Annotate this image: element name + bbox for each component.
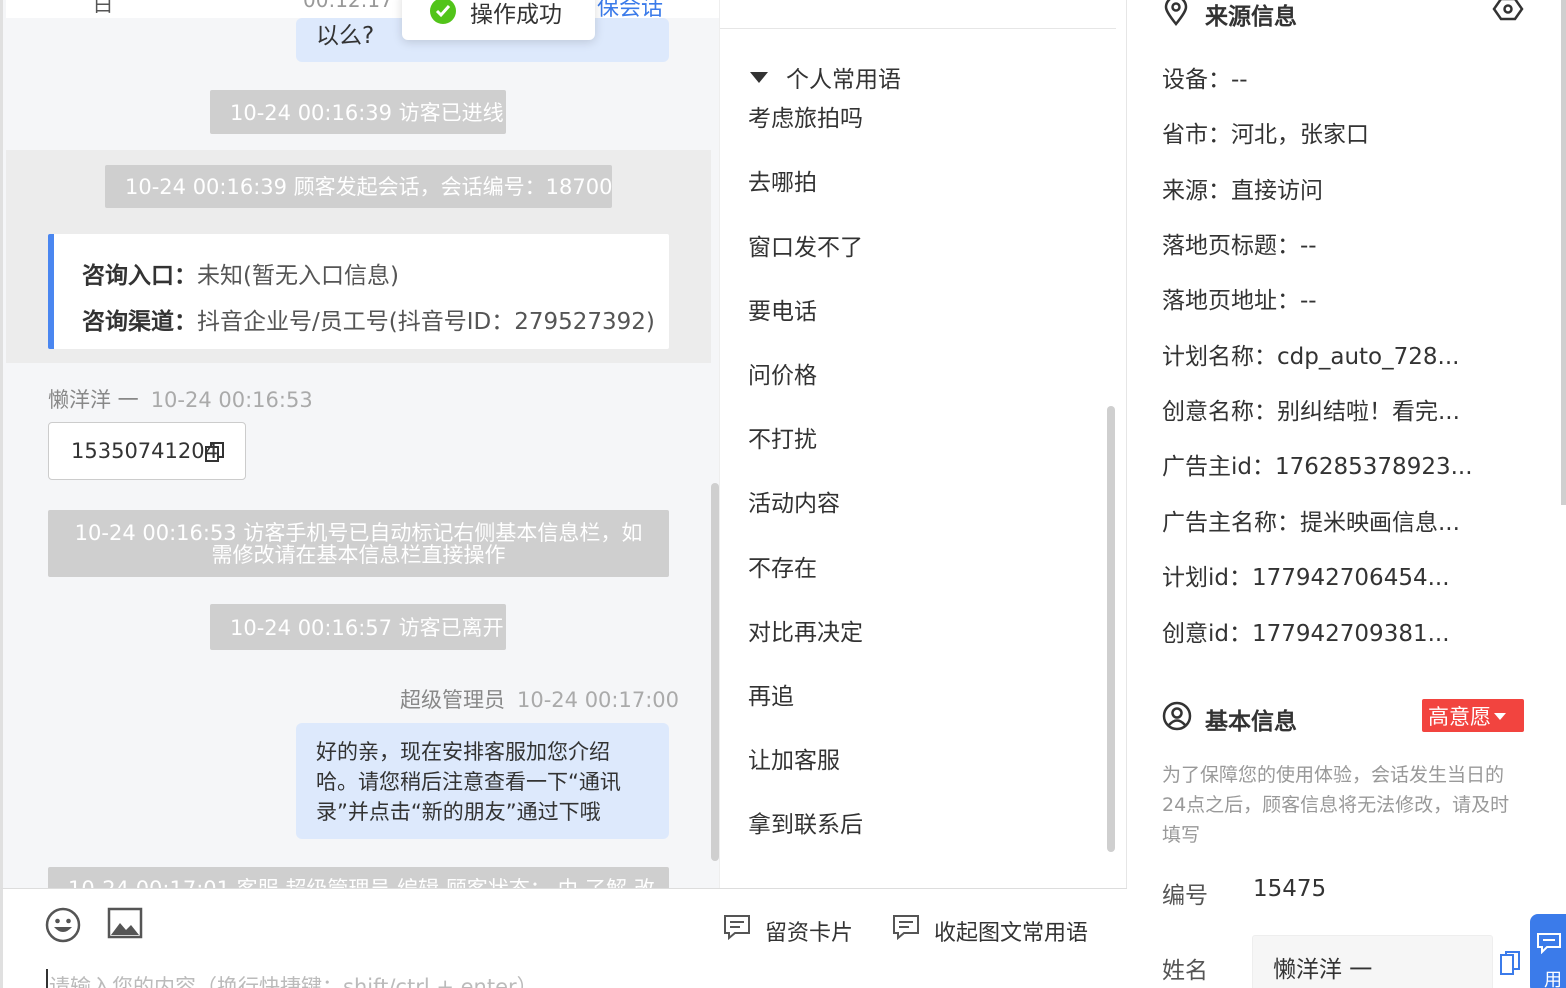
phrase-item[interactable]: 拿到联系后 bbox=[748, 805, 863, 839]
sender-name: 超级管理员 bbox=[400, 688, 505, 712]
message-input[interactable]: 请输入您的内容（换行快捷键：shift/ctrl + enter） bbox=[49, 971, 538, 988]
divider bbox=[720, 28, 1116, 29]
text-caret bbox=[46, 969, 48, 988]
basic-info-title: 基本信息 bbox=[1205, 709, 1297, 735]
toast-text: 操作成功 bbox=[470, 2, 562, 28]
visitor-sender: 懒洋洋 一 10-24 00:16:53 bbox=[48, 384, 313, 414]
phrases-scrollbar[interactable] bbox=[1107, 406, 1115, 852]
source-field: 广告主id：176285378923... bbox=[1162, 454, 1473, 480]
chat-icon bbox=[1537, 933, 1561, 954]
system-message: 10-24 00:17:01 客服 超级管理员 编辑 顾客状态： 由 了解 改 bbox=[48, 867, 669, 888]
location-icon bbox=[1164, 0, 1188, 26]
name-field[interactable]: 懒洋洋 一 bbox=[1252, 935, 1493, 988]
agent-sender: 超级管理员 10-24 00:17:00 bbox=[400, 684, 679, 714]
phrase-group-title: 个人常用语 bbox=[786, 67, 901, 93]
caret-down-icon bbox=[750, 72, 768, 83]
source-field: 落地页标题：-- bbox=[1162, 233, 1317, 259]
source-field: 创意名称：别纠结啦！看完... bbox=[1162, 399, 1460, 425]
sender-time: 10-24 00:16:53 bbox=[150, 388, 313, 412]
intent-tag-dropdown[interactable]: 高意愿 bbox=[1422, 699, 1524, 732]
chat-scrollbar[interactable] bbox=[711, 483, 719, 861]
collapse-phrases-button[interactable]: 收起图文常用语 bbox=[893, 915, 1089, 947]
message-text: 以么? bbox=[316, 23, 375, 49]
floating-button-label: 用 bbox=[1544, 970, 1562, 988]
name-value: 懒洋洋 一 bbox=[1273, 957, 1373, 983]
message-icon bbox=[893, 915, 919, 940]
message-icon bbox=[724, 915, 750, 940]
id-label: 编号 bbox=[1162, 883, 1208, 909]
floating-chat-button[interactable]: 用 bbox=[1530, 914, 1566, 988]
copy-icon[interactable] bbox=[205, 441, 225, 463]
phrase-item[interactable]: 要电话 bbox=[748, 292, 817, 326]
system-message: 10-24 00:16:53 访客手机号已自动标记右侧基本信息栏，如需修改请在基… bbox=[48, 510, 669, 577]
source-info-title: 来源信息 bbox=[1205, 4, 1297, 30]
chat-panel: 白 00:12:17 保会话 以么? 10-24 00:16:39 访客已进线 … bbox=[0, 0, 719, 888]
entry-value: 未知(暂无入口信息) bbox=[197, 263, 399, 289]
chat-top-time: 00:12:17 bbox=[303, 0, 393, 12]
phrase-group-header[interactable]: 个人常用语 bbox=[750, 60, 901, 94]
phrase-item[interactable]: 再追 bbox=[748, 677, 794, 711]
lead-card-label: 留资卡片 bbox=[765, 921, 854, 946]
message-composer: 留资卡片 收起图文常用语 请输入您的内容（换行快捷键：shift/ctrl + … bbox=[0, 888, 1127, 988]
lead-card-button[interactable]: 留资卡片 bbox=[724, 915, 854, 947]
phrase-item[interactable]: 问价格 bbox=[748, 356, 817, 390]
phrase-item[interactable]: 活动内容 bbox=[748, 484, 840, 518]
phrase-item[interactable]: 让加客服 bbox=[748, 741, 840, 775]
channel-value: 抖音企业号/员工号(抖音号ID：279527392) bbox=[197, 309, 655, 335]
intent-tag-label: 高意愿 bbox=[1428, 705, 1491, 729]
success-toast: 操作成功 bbox=[402, 0, 595, 40]
system-message: 10-24 00:16:39 顾客发起会话，会话编号：18700 bbox=[105, 165, 613, 208]
source-field: 计划名称：cdp_auto_728... bbox=[1162, 344, 1460, 370]
source-field: 落地页地址：-- bbox=[1162, 288, 1317, 314]
user-circle-icon bbox=[1162, 701, 1192, 731]
source-field: 创意id：177942709381... bbox=[1162, 621, 1450, 647]
chat-top-label: 白 bbox=[93, 0, 113, 16]
entry-label: 咨询入口： bbox=[82, 263, 197, 289]
app-root: 白 00:12:17 保会话 以么? 10-24 00:16:39 访客已进线 … bbox=[0, 0, 1566, 988]
phone-card[interactable]: 15350741204 bbox=[48, 422, 246, 480]
quick-phrases-panel: 个人常用语 考虑旅拍吗 去哪拍 窗口发不了 要电话 问价格 不打扰 活动内容 不… bbox=[719, 0, 1127, 888]
phrase-item[interactable]: 不存在 bbox=[748, 549, 817, 583]
phrase-item[interactable]: 对比再决定 bbox=[748, 613, 863, 647]
sender-time: 10-24 00:17:00 bbox=[517, 688, 680, 712]
source-field: 广告主名称：提米映画信息... bbox=[1162, 510, 1460, 536]
message-bubble: 好的亲，现在安排客服加您介绍哈。请您稍后注意查看一下“通讯录”并点击“新的朋友”… bbox=[296, 723, 669, 839]
system-message: 10-24 00:16:39 访客已进线 bbox=[210, 90, 506, 134]
check-circle-icon bbox=[430, 0, 456, 24]
source-field: 省市：河北，张家口 bbox=[1162, 122, 1369, 148]
phrase-item[interactable]: 不打扰 bbox=[748, 420, 817, 454]
channel-row: 咨询渠道：抖音企业号/员工号(抖音号ID：279527392) bbox=[82, 302, 655, 336]
source-field: 设备：-- bbox=[1162, 67, 1248, 93]
emoji-icon[interactable] bbox=[45, 907, 81, 943]
source-field: 来源：直接访问 bbox=[1162, 178, 1323, 204]
phrase-item[interactable]: 窗口发不了 bbox=[748, 228, 863, 262]
id-value: 15475 bbox=[1253, 876, 1327, 902]
source-field: 计划id：177942706454... bbox=[1162, 565, 1450, 591]
image-icon[interactable] bbox=[107, 907, 143, 939]
sender-name: 懒洋洋 一 bbox=[48, 388, 139, 412]
phrase-item[interactable]: 去哪拍 bbox=[748, 163, 817, 197]
edit-notice: 为了保障您的使用体验，会话发生当日的24点之后，顾客信息将无法修改，请及时填写 bbox=[1162, 764, 1510, 846]
entry-info-card: 咨询入口：未知(暂无入口信息) 咨询渠道：抖音企业号/员工号(抖音号ID：279… bbox=[48, 234, 669, 349]
channel-label: 咨询渠道： bbox=[82, 309, 197, 335]
name-label: 姓名 bbox=[1162, 958, 1208, 984]
caret-down-icon bbox=[1494, 713, 1506, 720]
phone-number: 15350741204 bbox=[71, 439, 218, 463]
system-message: 10-24 00:16:57 访客已离开 bbox=[210, 604, 506, 650]
eye-settings-icon[interactable] bbox=[1492, 0, 1524, 22]
entry-row: 咨询入口：未知(暂无入口信息) bbox=[82, 256, 399, 290]
phrase-item[interactable]: 考虑旅拍吗 bbox=[748, 99, 863, 133]
page-scrollbar[interactable] bbox=[1561, 0, 1566, 505]
copy-icon[interactable] bbox=[1498, 950, 1522, 976]
collapse-phrases-label: 收起图文常用语 bbox=[934, 921, 1089, 946]
